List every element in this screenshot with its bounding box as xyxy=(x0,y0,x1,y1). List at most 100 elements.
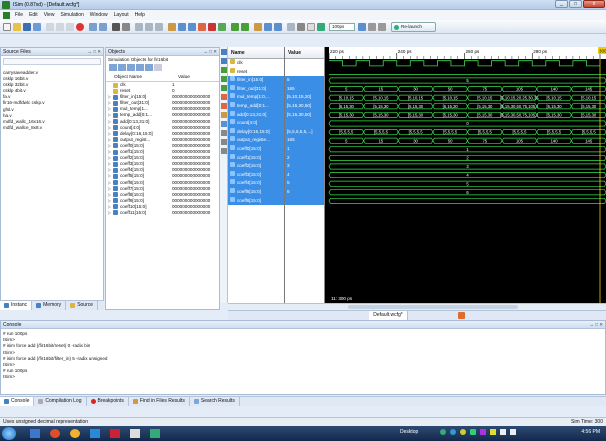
swap-cursor-icon[interactable] xyxy=(221,112,227,118)
marker-add-icon[interactable] xyxy=(221,130,227,136)
tray-icon[interactable] xyxy=(470,429,476,435)
menu-simulation[interactable]: Simulation xyxy=(57,12,86,18)
signal-name-row[interactable]: reset xyxy=(228,67,284,77)
marker-prev-icon[interactable] xyxy=(221,139,227,145)
next-transition-icon[interactable] xyxy=(241,23,249,31)
taskbar-isim-icon[interactable] xyxy=(150,429,160,438)
taskbar-explorer-icon[interactable] xyxy=(30,429,40,438)
console-output[interactable]: # run 100ps ISim> # isim force add {/fir16… xyxy=(1,329,605,383)
tray-icon[interactable] xyxy=(450,429,456,435)
save-icon[interactable] xyxy=(23,23,31,31)
signal-name-row[interactable]: mul_temp[1:0,... xyxy=(228,93,284,102)
taskbar-browser-icon[interactable] xyxy=(70,429,80,438)
zoom-cursor-icon[interactable] xyxy=(221,76,227,82)
restart-icon[interactable] xyxy=(297,23,305,31)
tab-memory[interactable]: Memory xyxy=(32,301,67,310)
menu-help[interactable]: Help xyxy=(132,12,148,18)
break-icon[interactable] xyxy=(378,23,386,31)
signal-name-row[interactable]: coeff1[15:0] xyxy=(228,153,284,163)
signal-name-row[interactable]: temp_add[0:1... xyxy=(228,101,284,111)
taskbar-ie-icon[interactable] xyxy=(90,429,100,438)
print-icon[interactable] xyxy=(33,23,41,31)
volume-icon[interactable] xyxy=(500,429,506,435)
signal-name-row[interactable]: clk xyxy=(228,59,284,68)
step-icon[interactable] xyxy=(358,23,366,31)
menu-layout[interactable]: Layout xyxy=(111,12,132,18)
signal-name-row[interactable]: delay[0:16,15:0] xyxy=(228,127,284,137)
tab-instances[interactable]: Instanc xyxy=(0,301,33,310)
filter-variable-icon[interactable] xyxy=(154,64,162,71)
minimize-button[interactable]: _ xyxy=(555,0,568,8)
signal-name-row[interactable]: output_registe... xyxy=(228,136,284,145)
pane-controls[interactable]: ↔ □ ✕ xyxy=(88,48,102,56)
goto-time-icon[interactable] xyxy=(221,85,227,91)
find-next-icon[interactable] xyxy=(122,23,130,31)
tab-compilation-log[interactable]: Compilation Log xyxy=(34,397,87,406)
filter-inout-icon[interactable] xyxy=(127,64,135,71)
tab-find-results[interactable]: Find in Files Results xyxy=(129,397,190,406)
signal-name-row[interactable]: add[0:13,31:0] xyxy=(228,110,284,120)
bus-segment[interactable] xyxy=(328,197,606,204)
run-all-icon[interactable] xyxy=(307,23,315,31)
marker-icon[interactable] xyxy=(198,23,206,31)
filter-input-icon[interactable] xyxy=(109,64,117,71)
pause-icon[interactable] xyxy=(368,23,376,31)
zoom-in-icon[interactable] xyxy=(221,49,227,55)
goto-marker-icon[interactable] xyxy=(274,23,282,31)
maximize-button[interactable]: □ xyxy=(569,0,582,8)
window-cascade-icon[interactable] xyxy=(135,23,143,31)
menu-edit[interactable]: Edit xyxy=(26,12,41,18)
name-column-header[interactable]: Name xyxy=(228,47,284,59)
console-pane-controls[interactable]: ↔ □ ✕ xyxy=(590,321,604,329)
snap-icon[interactable] xyxy=(218,23,226,31)
menu-window[interactable]: Window xyxy=(87,12,111,18)
signal-name-row[interactable]: filter_out[31:0] xyxy=(228,84,284,94)
signal-name-row[interactable]: coeff6[15:0] xyxy=(228,196,284,206)
signal-name-row[interactable]: filter_in[15:0] xyxy=(228,76,284,85)
desktop-label[interactable]: Desktop xyxy=(400,429,418,435)
zoom-out-icon[interactable] xyxy=(221,58,227,64)
swap-icon[interactable] xyxy=(254,23,262,31)
zoom-out-icon[interactable] xyxy=(188,23,196,31)
app-menu-icon[interactable] xyxy=(3,11,10,19)
source-filter-input[interactable] xyxy=(3,58,101,65)
tab-source[interactable]: Source xyxy=(66,301,99,310)
run-time-input[interactable]: 100ps xyxy=(329,23,355,31)
tab-default-wcfg[interactable]: Default.wcfg* xyxy=(369,311,408,320)
prev-transition-icon[interactable] xyxy=(231,23,239,31)
taskbar-media-icon[interactable] xyxy=(50,429,60,438)
bit-waveform[interactable] xyxy=(329,60,600,67)
taskbar-pdf-icon[interactable] xyxy=(110,429,120,438)
go-end-icon[interactable] xyxy=(221,103,227,109)
window-split-icon[interactable] xyxy=(155,23,163,31)
marker-next-icon[interactable] xyxy=(221,148,227,154)
tray-icon[interactable] xyxy=(440,429,446,435)
close-tab-icon[interactable] xyxy=(457,312,465,319)
wave-hscrollbar[interactable] xyxy=(228,303,606,310)
menu-view[interactable]: View xyxy=(41,12,58,18)
undo-icon[interactable] xyxy=(89,23,97,31)
start-button[interactable] xyxy=(2,427,16,440)
find-icon[interactable] xyxy=(112,23,120,31)
add-marker-icon[interactable] xyxy=(264,23,272,31)
filter-output-icon[interactable] xyxy=(118,64,126,71)
cut-icon[interactable] xyxy=(46,23,54,31)
open-folder-icon[interactable] xyxy=(13,23,21,31)
new-file-icon[interactable] xyxy=(3,23,11,31)
filter-constant-icon[interactable] xyxy=(145,64,153,71)
taskbar-ise-icon[interactable] xyxy=(130,429,140,438)
tray-icon[interactable] xyxy=(490,429,496,435)
network-icon[interactable] xyxy=(510,429,516,435)
zoom-fit-icon[interactable] xyxy=(221,67,227,73)
copy-icon[interactable] xyxy=(56,23,64,31)
relaunch-button[interactable]: Re-launch xyxy=(391,22,436,32)
delete-icon[interactable] xyxy=(76,23,84,31)
signal-name-row[interactable]: coeff4[15:0] xyxy=(228,179,284,188)
object-value-header[interactable]: Value xyxy=(174,74,190,81)
source-file-item[interactable]: mdfd_wallce_8x8.v xyxy=(3,125,101,131)
objects-pane-controls[interactable]: ↔ □ ✕ xyxy=(204,48,218,56)
redo-icon[interactable] xyxy=(99,23,107,31)
expand-icon[interactable]: ▷ xyxy=(108,210,112,216)
tray-icon[interactable] xyxy=(480,429,486,435)
filter-internal-icon[interactable] xyxy=(136,64,144,71)
